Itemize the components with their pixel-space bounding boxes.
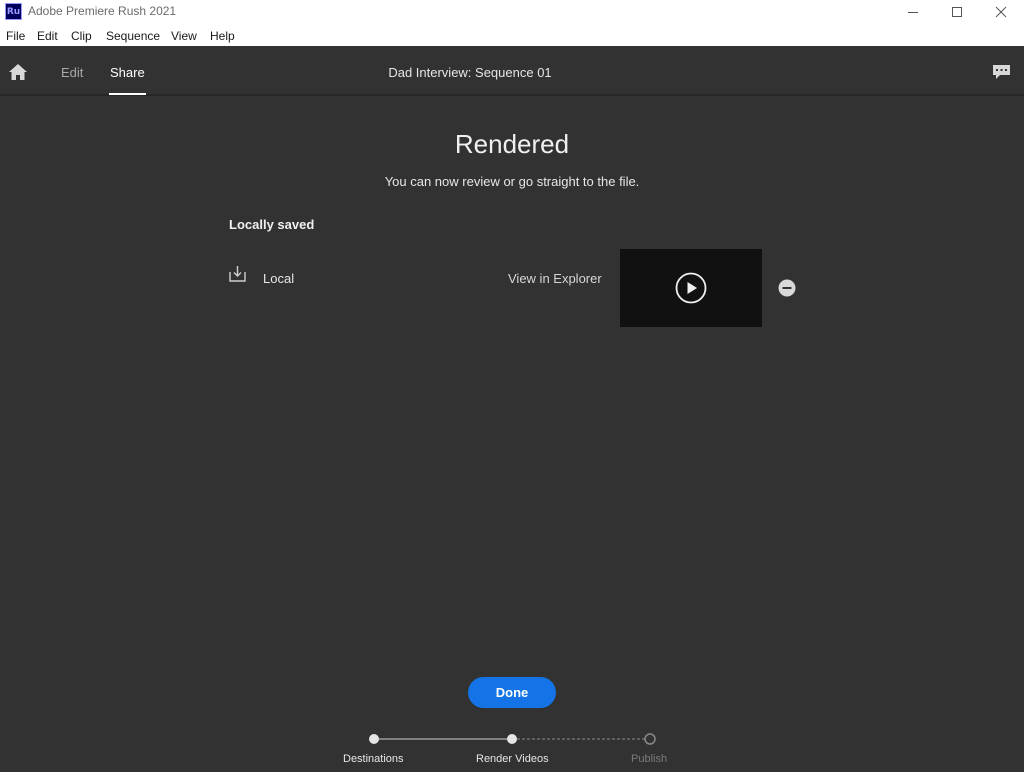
app-icon-text: Ru	[6, 6, 21, 17]
step-publish-dot	[644, 733, 656, 745]
close-icon	[995, 6, 1007, 18]
page-title: Rendered	[454, 129, 570, 159]
step-label-destinations: Destinations	[343, 753, 404, 765]
minimize-button[interactable]	[890, 0, 936, 24]
step-label-render-videos: Render Videos	[476, 753, 549, 765]
maximize-icon	[952, 7, 962, 17]
menu-clip[interactable]: Clip	[71, 29, 92, 43]
video-thumbnail[interactable]	[620, 249, 762, 327]
menu-file[interactable]: File	[6, 29, 25, 43]
step-render-videos-dot	[507, 734, 517, 744]
title-bar: Ru Adobe Premiere Rush 2021	[0, 0, 1024, 24]
remove-icon[interactable]	[778, 279, 796, 297]
feedback-icon[interactable]	[992, 64, 1011, 80]
menu-bar: File Edit Clip Sequence View Help	[0, 24, 1024, 46]
download-icon	[229, 266, 246, 282]
view-in-explorer-link[interactable]: View in Explorer	[508, 271, 602, 286]
step-destinations-dot	[369, 734, 379, 744]
window-title: Adobe Premiere Rush 2021	[28, 4, 177, 18]
menu-help[interactable]: Help	[210, 29, 235, 43]
play-icon[interactable]	[675, 272, 707, 304]
menu-sequence[interactable]: Sequence	[106, 29, 160, 43]
app-icon: Ru	[5, 3, 22, 20]
step-label-publish: Publish	[631, 753, 668, 765]
done-button[interactable]: Done	[468, 677, 556, 708]
maximize-button[interactable]	[934, 0, 980, 24]
minimize-icon	[908, 12, 918, 13]
close-button[interactable]	[978, 0, 1024, 24]
active-tab-indicator	[109, 93, 146, 95]
progress-stepper	[369, 733, 656, 745]
destination-label: Local	[263, 271, 295, 286]
app-header: Edit Share Dad Interview: Sequence 01	[0, 46, 1024, 96]
section-label-locally-saved: Locally saved	[229, 217, 315, 232]
page-subtitle: You can now review or go straight to the…	[384, 174, 640, 189]
sequence-title: Dad Interview: Sequence 01	[388, 65, 552, 80]
menu-view[interactable]: View	[171, 29, 197, 43]
menu-edit[interactable]: Edit	[37, 29, 58, 43]
